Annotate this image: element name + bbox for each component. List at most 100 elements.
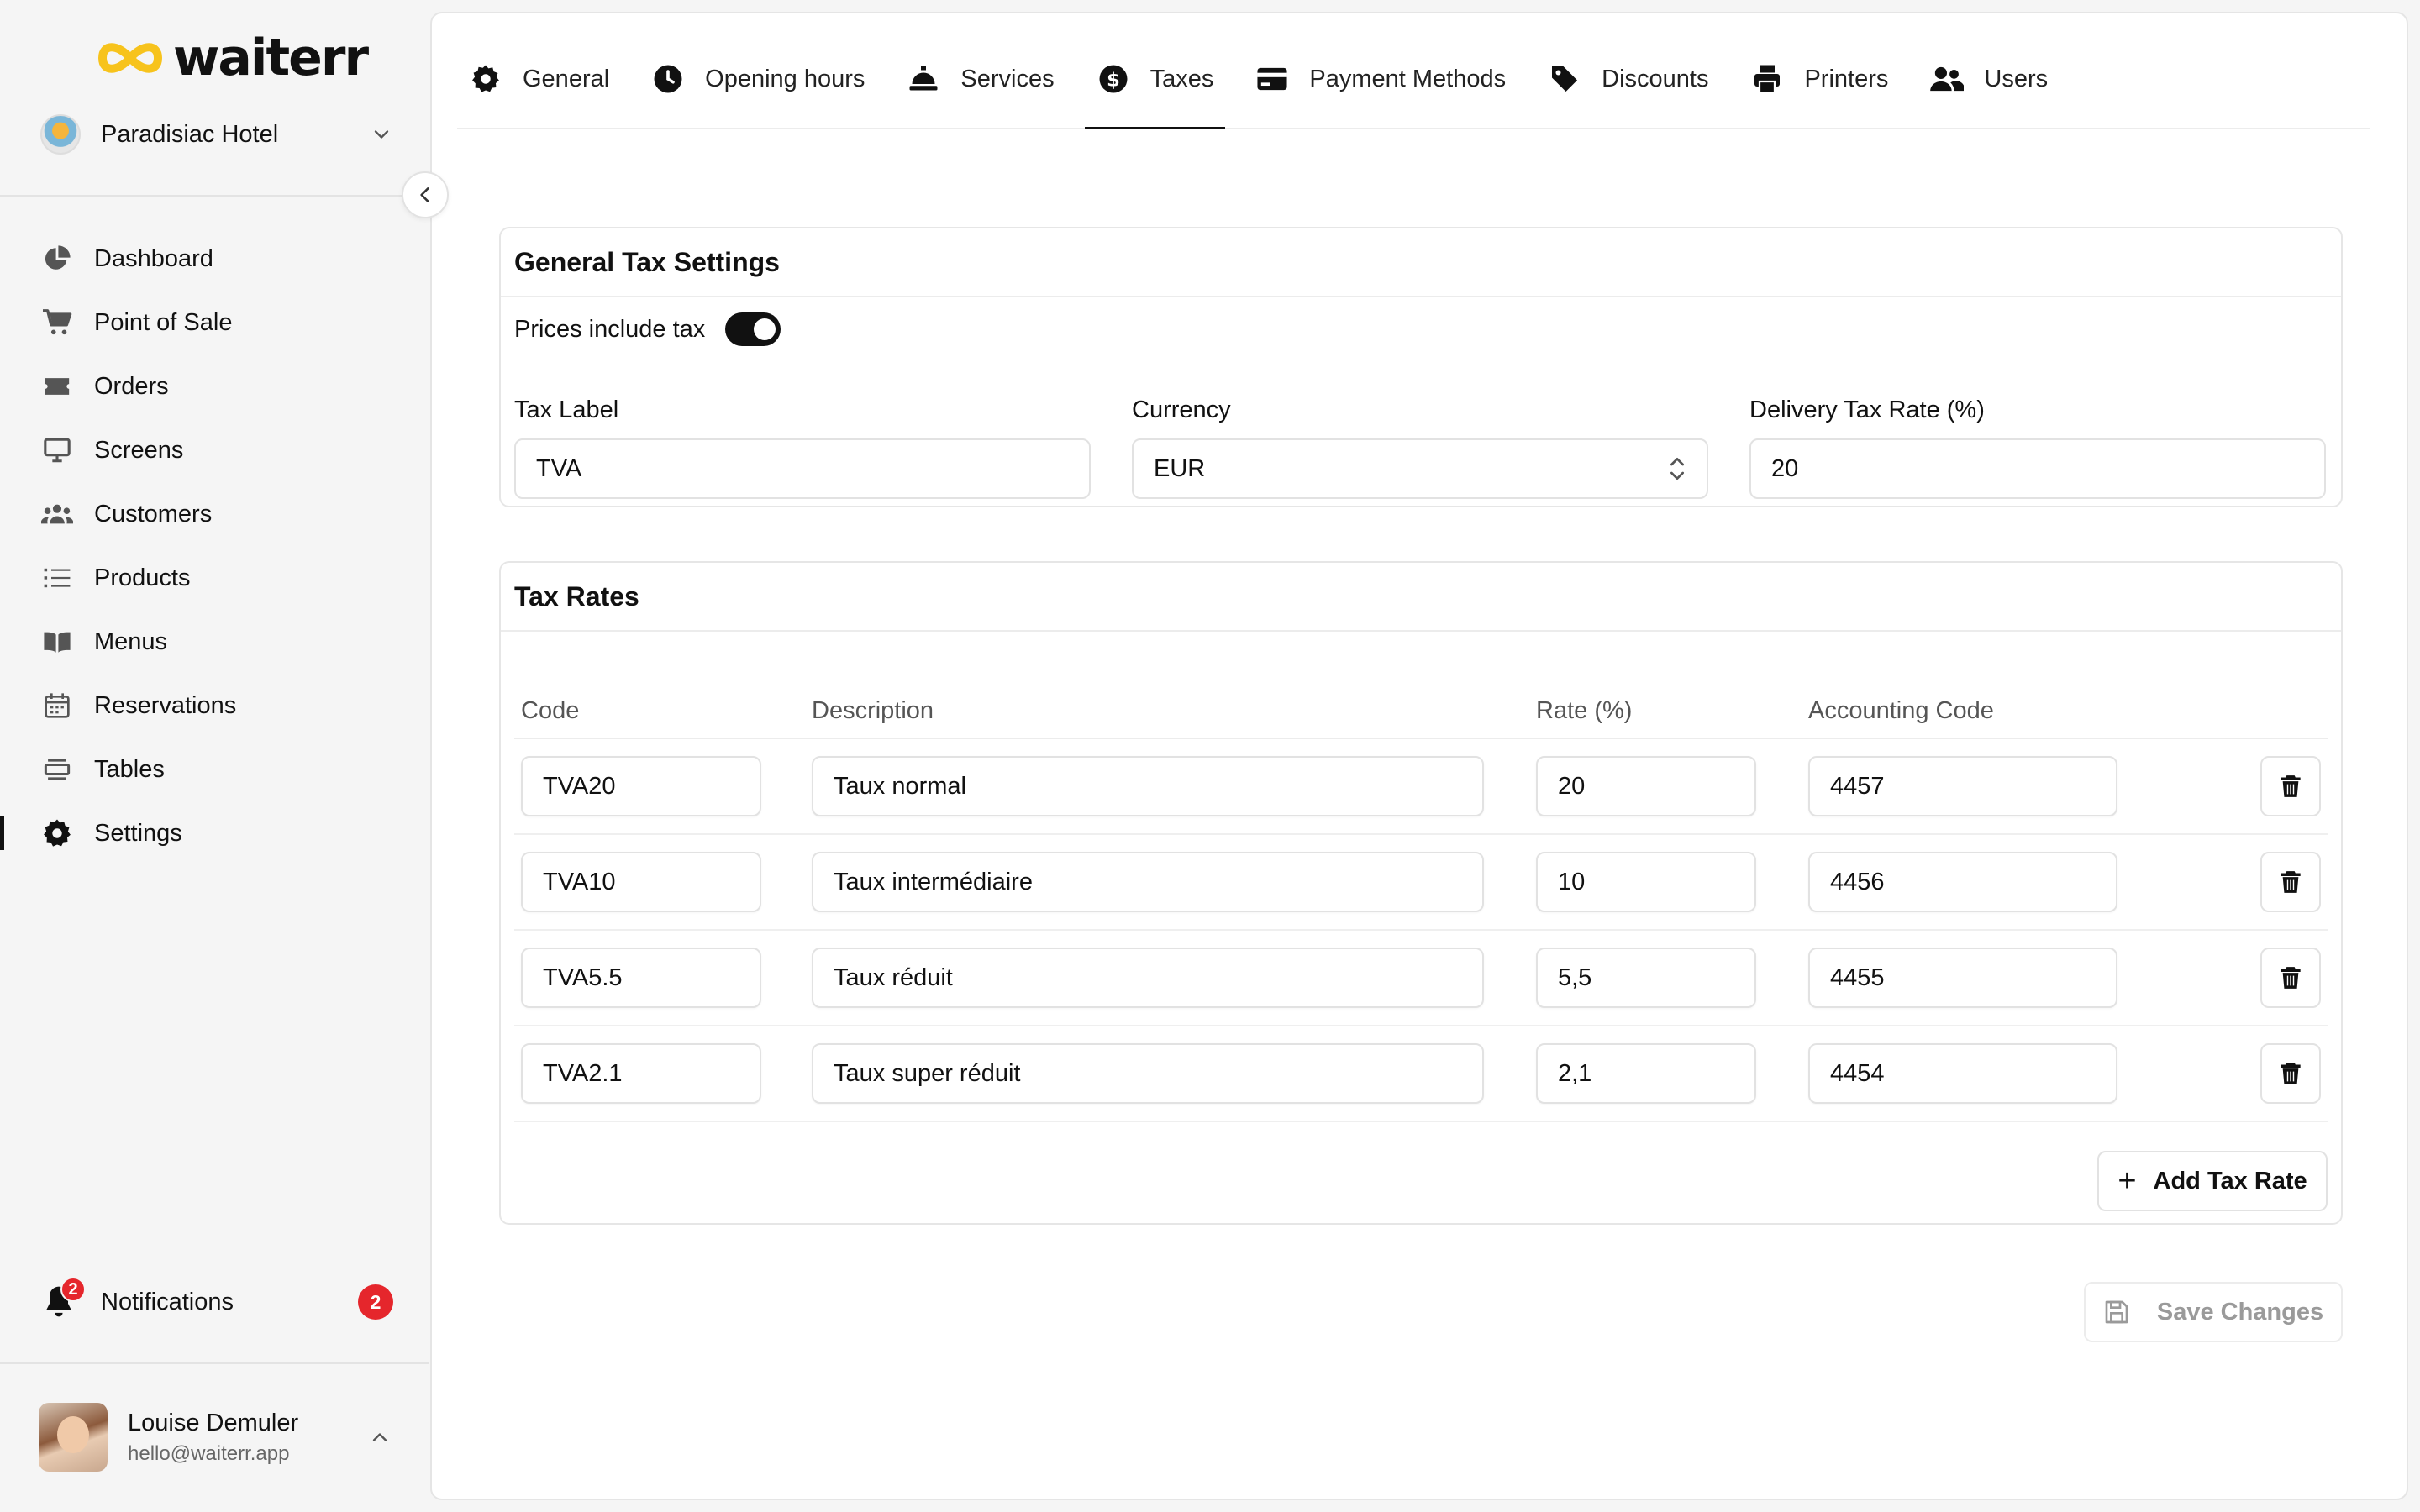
tab-payment-methods[interactable]: Payment Methods — [1244, 30, 1518, 128]
tax-rates-header: Code Description Rate (%) Accounting Cod… — [514, 682, 2328, 739]
tab-users[interactable]: Users — [1918, 30, 2060, 128]
code-input[interactable]: TVA10 — [521, 852, 761, 912]
rate-input[interactable]: 20 — [1536, 756, 1756, 816]
calendar-icon — [40, 689, 74, 722]
tab-services[interactable]: Services — [895, 30, 1065, 128]
notifications-item[interactable]: 2 Notifications 2 — [40, 1277, 393, 1327]
input-value: TVA — [536, 454, 582, 482]
sidebar-item-label: Orders — [94, 372, 169, 400]
hotel-name: Paradisiac Hotel — [101, 120, 279, 148]
sidebar-item-label: Customers — [94, 500, 213, 528]
cloche-icon — [907, 62, 940, 96]
table-row: TVA5.5 Taux réduit 5,5 4455 — [514, 931, 2328, 1026]
dollar-icon: $ — [1097, 62, 1130, 96]
user-menu[interactable]: Louise Demuler hello@waiterr.app — [39, 1403, 392, 1472]
column-header-description: Description — [812, 697, 934, 724]
delete-row-button[interactable] — [2260, 1043, 2321, 1104]
sidebar-item-settings[interactable]: Settings — [0, 801, 429, 865]
sidebar-item-orders[interactable]: Orders — [0, 354, 429, 418]
tab-taxes[interactable]: $ Taxes — [1084, 30, 1226, 129]
prices-include-tax-toggle[interactable] — [725, 312, 781, 346]
gear-icon — [469, 62, 502, 96]
accounting-code-input[interactable]: 4455 — [1808, 948, 2118, 1008]
accounting-code-input[interactable]: 4456 — [1808, 852, 2118, 912]
save-changes-label: Save Changes — [2156, 1298, 2324, 1326]
logo-mark-icon — [98, 43, 162, 73]
sidebar-item-point-of-sale[interactable]: Point of Sale — [0, 291, 429, 354]
delete-row-button[interactable] — [2260, 756, 2321, 816]
tax-label-input[interactable]: TVA — [514, 438, 1091, 499]
sidebar-item-label: Point of Sale — [94, 308, 233, 336]
prices-include-tax-row: Prices include tax — [514, 312, 781, 346]
sidebar-item-screens[interactable]: Screens — [0, 418, 429, 482]
column-header-rate: Rate (%) — [1536, 697, 1633, 724]
select-arrows-icon — [1670, 458, 1684, 480]
list-icon — [40, 561, 74, 595]
user-info: Louise Demuler hello@waiterr.app — [128, 1410, 368, 1466]
currency-select[interactable]: EUR — [1132, 438, 1708, 499]
sidebar-divider — [0, 195, 429, 197]
notification-dot-badge: 2 — [60, 1277, 86, 1302]
sidebar-item-tables[interactable]: Tables — [0, 738, 429, 801]
rate-input[interactable]: 10 — [1536, 852, 1756, 912]
delete-row-button[interactable] — [2260, 852, 2321, 912]
notifications-label: Notifications — [101, 1288, 234, 1315]
add-tax-rate-button[interactable]: + Add Tax Rate — [2097, 1151, 2328, 1211]
select-value: EUR — [1154, 454, 1206, 482]
collapse-sidebar-button[interactable] — [402, 171, 449, 218]
tab-label: Users — [1984, 65, 2049, 92]
delivery-tax-rate-field: Delivery Tax Rate (%) 20 — [1749, 396, 2326, 499]
trash-icon — [2281, 967, 2301, 989]
sidebar-item-dashboard[interactable]: Dashboard — [0, 227, 429, 291]
delivery-tax-rate-input[interactable]: 20 — [1749, 438, 2326, 499]
description-input[interactable]: Taux super réduit — [812, 1043, 1484, 1104]
code-input[interactable]: TVA5.5 — [521, 948, 761, 1008]
cart-icon — [40, 306, 74, 339]
code-input[interactable]: TVA20 — [521, 756, 761, 816]
sidebar-item-label: Reservations — [94, 691, 237, 719]
tab-opening-hours[interactable]: Opening hours — [639, 30, 876, 128]
sidebar-nav: Dashboard Point of Sale Orders Screens C… — [0, 227, 429, 865]
trash-icon — [2281, 871, 2301, 893]
chevron-up-icon — [372, 1433, 387, 1441]
save-changes-button[interactable]: Save Changes — [2084, 1282, 2343, 1342]
general-tax-settings-card: General Tax Settings Prices include tax … — [499, 227, 2343, 507]
description-input[interactable]: Taux intermédiaire — [812, 852, 1484, 912]
tab-printers[interactable]: Printers — [1739, 30, 1900, 128]
tab-label: Payment Methods — [1309, 65, 1507, 92]
pie-chart-icon — [40, 242, 74, 276]
column-header-accounting-code: Accounting Code — [1808, 697, 1994, 724]
accounting-code-input[interactable]: 4457 — [1808, 756, 2118, 816]
input-value: 20 — [1771, 454, 1799, 482]
trash-icon — [2281, 1063, 2301, 1084]
delete-row-button[interactable] — [2260, 948, 2321, 1008]
app-root: waiterr Paradisiac Hotel Dashboard Point… — [0, 0, 2420, 1512]
notification-count-badge: 2 — [358, 1284, 393, 1320]
tab-discounts[interactable]: Discounts — [1536, 30, 1720, 128]
users-icon — [40, 497, 74, 531]
rate-input[interactable]: 5,5 — [1536, 948, 1756, 1008]
gear-icon — [40, 816, 74, 850]
chevron-down-icon — [374, 130, 389, 139]
description-input[interactable]: Taux réduit — [812, 948, 1484, 1008]
sidebar-item-products[interactable]: Products — [0, 546, 429, 610]
table-row: TVA10 Taux intermédiaire 10 4456 — [514, 835, 2328, 931]
column-header-code: Code — [521, 697, 580, 724]
sidebar-item-menus[interactable]: Menus — [0, 610, 429, 674]
rate-input[interactable]: 2,1 — [1536, 1043, 1756, 1104]
app-logo[interactable]: waiterr — [97, 29, 369, 87]
user-group-icon — [1930, 62, 1965, 96]
tab-label: Printers — [1804, 65, 1889, 92]
code-input[interactable]: TVA2.1 — [521, 1043, 761, 1104]
tab-general[interactable]: General — [457, 30, 621, 128]
prices-include-tax-label: Prices include tax — [514, 315, 706, 343]
bell-icon: 2 — [40, 1277, 86, 1320]
user-email: hello@waiterr.app — [128, 1441, 290, 1465]
hotel-selector[interactable]: Paradisiac Hotel — [40, 111, 393, 158]
accounting-code-input[interactable]: 4454 — [1808, 1043, 2118, 1104]
sidebar-item-customers[interactable]: Customers — [0, 482, 429, 546]
sidebar-item-label: Dashboard — [94, 244, 213, 272]
description-input[interactable]: Taux normal — [812, 756, 1484, 816]
sidebar-item-reservations[interactable]: Reservations — [0, 674, 429, 738]
book-icon — [40, 625, 74, 659]
